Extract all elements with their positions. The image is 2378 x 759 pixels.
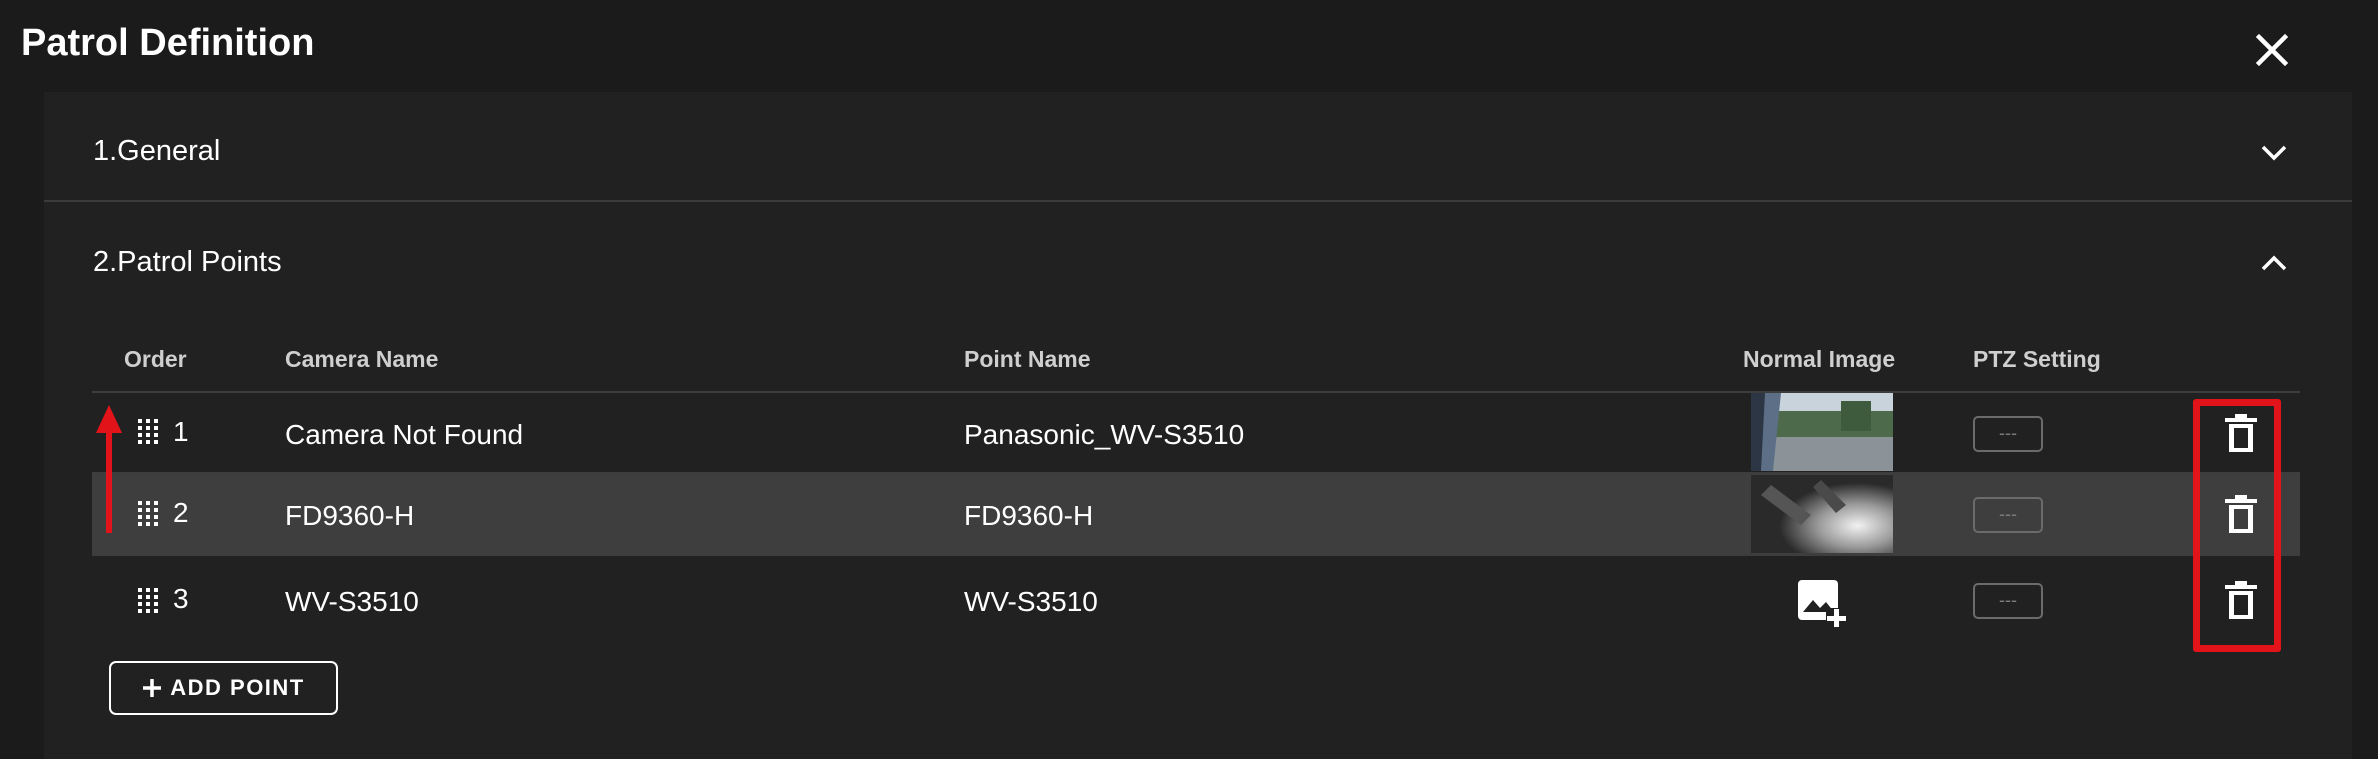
dialog-title: Patrol Definition — [21, 22, 315, 64]
section-patrol-points-header[interactable]: 2.Patrol Points — [44, 202, 2352, 302]
row-point-name: FD9360-H — [964, 500, 1094, 531]
drag-handle-icon[interactable] — [137, 418, 159, 444]
drag-handle-icon[interactable] — [137, 587, 159, 613]
annotation-arrow-icon — [96, 405, 122, 533]
row-order: 1 — [173, 416, 189, 447]
column-header-normal-image: Normal Image — [1743, 346, 1896, 372]
close-button[interactable] — [2250, 28, 2294, 72]
section-general-title: 1.General — [93, 135, 221, 167]
plus-icon — [143, 679, 162, 697]
row-camera-name: FD9360-H — [285, 500, 415, 531]
drag-handle-icon[interactable] — [137, 500, 159, 526]
row-order: 2 — [173, 497, 189, 528]
ptz-setting-button[interactable]: --- — [1973, 416, 2043, 452]
chevron-down-icon — [2261, 145, 2287, 161]
close-icon — [2255, 33, 2289, 67]
normal-image-thumbnail[interactable] — [1751, 393, 1893, 471]
add-image-icon[interactable] — [1796, 578, 1848, 628]
table-row[interactable] — [92, 474, 2300, 554]
column-header-ptz-setting: PTZ Setting — [1973, 346, 2101, 372]
row-camera-name: Camera Not Found — [285, 419, 524, 450]
row-point-name: WV-S3510 — [964, 586, 1098, 617]
section-general-header[interactable]: 1.General — [44, 92, 2352, 202]
column-header-camera-name[interactable]: Camera Name — [285, 346, 438, 373]
chevron-up-icon — [2261, 255, 2287, 271]
add-point-label: ADD POINT — [170, 675, 305, 700]
table-row[interactable] — [92, 556, 2300, 636]
ptz-setting-button[interactable]: --- — [1973, 583, 2043, 619]
ptz-setting-button[interactable]: --- — [1973, 497, 2043, 533]
column-header-point-name[interactable]: Point Name — [964, 346, 1091, 373]
row-order: 3 — [173, 583, 189, 614]
normal-image-thumbnail[interactable] — [1751, 475, 1893, 553]
section-patrol-points-title: 2.Patrol Points — [93, 246, 282, 278]
column-header-order[interactable]: Order — [124, 346, 187, 373]
annotation-highlight-box — [2193, 399, 2281, 652]
row-point-name: Panasonic_WV-S3510 — [964, 419, 1245, 450]
add-point-button[interactable]: ADD POINT — [109, 661, 338, 715]
row-camera-name: WV-S3510 — [285, 586, 419, 617]
